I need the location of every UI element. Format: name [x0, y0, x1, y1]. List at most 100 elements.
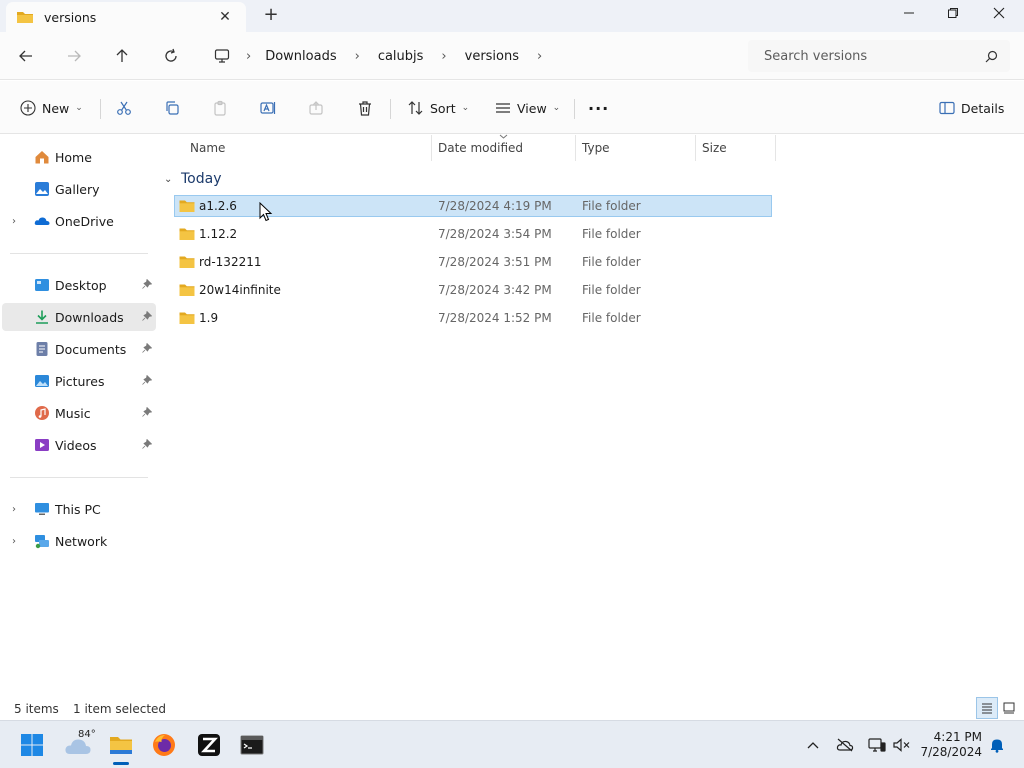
sidebar-item-desktop[interactable]: Desktop: [2, 271, 156, 299]
pin-icon: [142, 374, 153, 388]
forward-button[interactable]: [58, 40, 90, 72]
sidebar-item-this-pc[interactable]: › This PC: [2, 495, 156, 523]
back-button[interactable]: [10, 40, 42, 72]
divider: [574, 99, 575, 119]
this-pc-breadcrumb-button[interactable]: [206, 40, 238, 72]
details-view-toggle[interactable]: [976, 697, 998, 719]
more-options-button[interactable]: ···: [588, 93, 609, 123]
windows-logo-icon: [21, 734, 43, 756]
table-row[interactable]: 1.9 7/28/2024 1:52 PM File folder: [174, 307, 772, 329]
onedrive-tray-icon[interactable]: [833, 733, 857, 757]
sidebar-item-label: Music: [55, 405, 91, 421]
close-window-button[interactable]: [976, 0, 1022, 32]
maximize-button[interactable]: [930, 0, 976, 32]
videos-icon: [35, 439, 49, 451]
restore-icon: [948, 8, 958, 18]
sort-label: Sort: [430, 100, 456, 116]
sidebar-item-videos[interactable]: Videos: [2, 431, 156, 459]
chevron-down-icon: ⌄: [552, 103, 561, 113]
breadcrumb-separator[interactable]: ›: [523, 49, 556, 64]
cloud-offline-icon: [836, 738, 854, 752]
copy-button[interactable]: [164, 93, 180, 123]
file-date-modified: 7/28/2024 3:51 PM: [438, 255, 552, 269]
delete-button[interactable]: [357, 93, 373, 123]
show-hidden-icons-button[interactable]: [801, 733, 825, 757]
column-header-name[interactable]: Name: [184, 135, 432, 161]
rename-button[interactable]: [260, 93, 276, 123]
up-button[interactable]: [106, 40, 138, 72]
sidebar-item-home[interactable]: Home: [2, 143, 156, 171]
expand-chevron-icon[interactable]: ›: [12, 216, 16, 227]
sidebar-item-label: This PC: [55, 501, 101, 517]
sidebar-item-pictures[interactable]: Pictures: [2, 367, 156, 395]
close-tab-icon[interactable]: ✕: [214, 9, 236, 25]
tab-versions[interactable]: versions ✕: [6, 2, 246, 32]
gallery-icon: [35, 182, 49, 196]
breadcrumb-separator[interactable]: ›: [246, 49, 261, 64]
file-date-modified: 7/28/2024 1:52 PM: [438, 311, 552, 325]
sidebar-item-label: Videos: [55, 437, 97, 453]
rename-icon: [260, 102, 276, 114]
table-row[interactable]: rd-132211 7/28/2024 3:51 PM File folder: [174, 251, 772, 273]
taskbar-file-explorer[interactable]: [105, 729, 137, 765]
minimize-button[interactable]: [886, 0, 932, 32]
taskbar-terminal[interactable]: [236, 729, 268, 761]
group-header-today[interactable]: ⌄ Today: [164, 169, 222, 189]
sidebar-item-gallery[interactable]: Gallery: [2, 175, 156, 203]
sort-button[interactable]: Sort ⌄: [408, 93, 469, 123]
terminal-icon: [240, 735, 264, 755]
share-button[interactable]: [308, 93, 324, 123]
new-tab-button[interactable]: +: [258, 4, 284, 28]
start-button[interactable]: [16, 729, 48, 761]
search-icon: [985, 50, 998, 62]
volume-tray-icon[interactable]: [890, 733, 914, 757]
sort-icon: [408, 101, 423, 115]
sidebar-item-onedrive[interactable]: › OneDrive: [2, 207, 156, 235]
group-label: Today: [181, 171, 222, 187]
documents-icon: [36, 342, 48, 356]
sort-indicator-icon: [499, 134, 508, 139]
taskbar-clock[interactable]: 4:21 PM 7/28/2024: [920, 730, 982, 760]
tiles-view-toggle[interactable]: [998, 697, 1020, 719]
breadcrumb-downloads[interactable]: Downloads: [261, 49, 340, 64]
sidebar-item-label: Downloads: [55, 309, 124, 325]
breadcrumb-versions[interactable]: versions: [461, 49, 523, 64]
firefox-icon: [153, 734, 175, 756]
taskbar-firefox[interactable]: [148, 729, 180, 761]
new-button[interactable]: New ⌄: [20, 93, 83, 123]
table-row[interactable]: 20w14infinite 7/28/2024 3:42 PM File fol…: [174, 279, 772, 301]
column-header-type[interactable]: Type: [576, 135, 696, 161]
arrow-left-icon: [19, 50, 32, 62]
view-label: View: [517, 100, 547, 116]
breadcrumb-separator[interactable]: ›: [341, 49, 374, 64]
chevron-down-icon: ⌄: [164, 173, 173, 185]
file-name: 1.9: [199, 311, 219, 325]
onedrive-icon: [34, 217, 50, 225]
view-button[interactable]: View ⌄: [495, 93, 560, 123]
taskbar: 84° 4:21 PM 7/28/2024: [0, 720, 1024, 768]
folder-icon: [179, 284, 195, 296]
taskbar-zed[interactable]: [193, 729, 225, 761]
paste-button[interactable]: [212, 93, 228, 123]
music-icon: [35, 406, 49, 420]
network-tray-icon[interactable]: [865, 733, 889, 757]
details-pane-button[interactable]: Details: [939, 93, 1004, 123]
table-row[interactable]: 1.12.2 7/28/2024 3:54 PM File folder: [174, 223, 772, 245]
breadcrumb-separator[interactable]: ›: [427, 49, 460, 64]
search-input[interactable]: [764, 48, 985, 64]
refresh-button[interactable]: [155, 40, 187, 72]
breadcrumb-calubjs[interactable]: calubjs: [374, 49, 428, 64]
cut-button[interactable]: [116, 93, 132, 123]
sidebar-item-network[interactable]: › Network: [2, 527, 156, 555]
sidebar-item-downloads[interactable]: Downloads: [2, 303, 156, 331]
notification-button[interactable]: [985, 733, 1009, 757]
expand-chevron-icon[interactable]: ›: [12, 504, 16, 515]
expand-chevron-icon[interactable]: ›: [12, 536, 16, 547]
sidebar-item-label: Home: [55, 149, 92, 165]
sidebar-item-music[interactable]: Music: [2, 399, 156, 427]
folder-icon: [179, 200, 195, 212]
arrow-right-icon: [68, 50, 81, 62]
sidebar-item-documents[interactable]: Documents: [2, 335, 156, 363]
column-header-size[interactable]: Size: [696, 135, 776, 161]
scissors-icon: [117, 101, 131, 115]
